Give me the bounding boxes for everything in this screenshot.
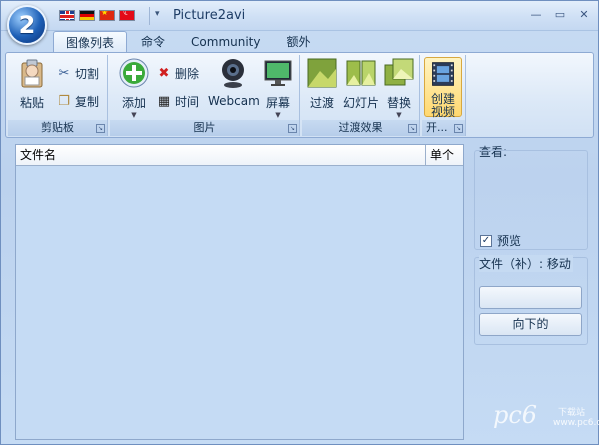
screen-label: 屏幕 xyxy=(265,96,290,110)
clipboard-label-text: 剪贴板 xyxy=(41,121,74,134)
tab-extra[interactable]: 额外 xyxy=(274,31,322,53)
app-menu-orb[interactable]: 2 xyxy=(7,5,47,45)
restore-button[interactable]: ▭ xyxy=(550,7,570,23)
open-dialog-launcher[interactable]: ↘ xyxy=(454,124,463,133)
clipboard-dialog-launcher[interactable]: ↘ xyxy=(96,124,105,133)
screen-button[interactable]: 屏幕 ▼ xyxy=(260,57,296,119)
watermark-subtitle: 下载站 xyxy=(558,408,586,418)
qat-separator xyxy=(149,7,150,25)
create-video-label-line2: 视频 xyxy=(430,105,455,119)
transitions-group-label: 过渡效果 xyxy=(302,120,419,136)
slideshow-label: 幻灯片 xyxy=(342,96,379,110)
transitions-dialog-launcher[interactable]: ↘ xyxy=(408,124,417,133)
column-single[interactable]: 单个 xyxy=(426,145,463,165)
replace-dropdown-caret: ▼ xyxy=(396,111,402,119)
tab-image-list[interactable]: 图像列表 xyxy=(53,31,128,53)
close-button[interactable]: ✕ xyxy=(574,7,594,23)
delete-icon: ✖ xyxy=(158,65,170,81)
transition-button[interactable]: 过渡 xyxy=(304,57,340,111)
screen-dropdown-caret: ▼ xyxy=(275,111,281,119)
slideshow-icon xyxy=(346,60,376,86)
column-filename[interactable]: 文件名 xyxy=(16,145,426,165)
transition-label: 过渡 xyxy=(309,96,334,110)
china-flag-icon[interactable] xyxy=(99,10,115,21)
add-dropdown-caret: ▼ xyxy=(131,111,137,119)
film-time-icon: ▦ xyxy=(157,93,171,109)
title-bar: ▾ Picture2avi — ▭ ✕ xyxy=(1,1,598,31)
copy-icon: ❐ xyxy=(58,93,70,109)
create-video-button[interactable]: 创建 视频 xyxy=(424,57,462,119)
copy-label: 复制 xyxy=(75,95,100,109)
delete-label: 删除 xyxy=(175,67,200,81)
ribbon: 粘贴 ✂ 切割 ❐ 复制 剪贴板 ↘ 添加 ▼ ✖ 删除 ▦ 时间 Webcam… xyxy=(5,52,594,138)
monitor-icon xyxy=(264,60,292,86)
transitions-label-text: 过渡效果 xyxy=(338,121,383,134)
watermark-url: www.pc6.com xyxy=(553,418,599,428)
scissors-icon: ✂ xyxy=(58,65,70,81)
move-down-button[interactable]: 向下的 xyxy=(479,313,582,336)
open-label-text: 开... xyxy=(426,121,448,134)
uk-flag-icon[interactable] xyxy=(59,10,75,21)
clipboard-group-label: 剪贴板 xyxy=(8,120,107,136)
qat-customize-dropdown[interactable]: ▾ xyxy=(155,9,160,19)
app-window: ▾ Picture2avi — ▭ ✕ 2 图像列表 命令 Community … xyxy=(0,0,599,445)
image-list[interactable]: 文件名 单个 xyxy=(15,144,464,440)
preview-checkbox-box[interactable]: ✓ xyxy=(480,234,492,247)
webcam-label: Webcam xyxy=(208,94,260,108)
time-label: 时间 xyxy=(175,95,200,109)
turkey-flag-icon[interactable] xyxy=(119,10,135,21)
film-strip-icon xyxy=(432,62,454,86)
window-title: Picture2avi xyxy=(173,8,246,23)
webcam-button[interactable]: Webcam xyxy=(208,57,260,108)
list-header: 文件名 单个 xyxy=(16,145,463,166)
cut-label: 切割 xyxy=(75,67,100,81)
add-button[interactable]: 添加 ▼ xyxy=(114,57,154,119)
copy-button[interactable]: ❐ 复制 xyxy=(56,93,99,110)
quick-access-toolbar xyxy=(59,10,135,21)
preview-checkbox-label: 预览 xyxy=(497,234,522,248)
add-icon xyxy=(119,58,149,88)
file-move-label: 文件（补）: 移动 xyxy=(479,255,573,272)
paste-button[interactable]: 粘贴 xyxy=(12,57,52,111)
webcam-icon xyxy=(222,59,244,88)
delete-button[interactable]: ✖ 删除 xyxy=(156,65,199,82)
open-group: 创建 视频 开... ↘ xyxy=(422,55,466,136)
time-button[interactable]: ▦ 时间 xyxy=(156,93,199,110)
replace-button[interactable]: 替换 ▼ xyxy=(382,57,416,119)
add-label: 添加 xyxy=(121,96,146,110)
ribbon-tabs: 图像列表 命令 Community 额外 xyxy=(53,31,325,53)
minimize-button[interactable]: — xyxy=(526,7,546,23)
pictures-dialog-launcher[interactable]: ↘ xyxy=(288,124,297,133)
transitions-group: 过渡 幻灯片 替换 ▼ 过渡效果 ↘ xyxy=(302,55,420,136)
germany-flag-icon[interactable] xyxy=(79,10,95,21)
paste-icon xyxy=(21,59,43,88)
pictures-group-label: 图片 xyxy=(110,120,299,136)
pictures-group: 添加 ▼ ✖ 删除 ▦ 时间 Webcam 屏幕 ▼ 图片 ↘ xyxy=(110,55,300,136)
preview-checkbox[interactable]: ✓ 预览 xyxy=(480,232,521,249)
clipboard-group: 粘贴 ✂ 切割 ❐ 复制 剪贴板 ↘ xyxy=(8,55,108,136)
cut-button[interactable]: ✂ 切割 xyxy=(56,65,99,82)
pictures-label-text: 图片 xyxy=(193,121,216,134)
paste-label: 粘贴 xyxy=(19,96,44,110)
app-orb-label: 2 xyxy=(18,11,36,39)
slideshow-button[interactable]: 幻灯片 xyxy=(342,57,380,111)
move-up-button[interactable] xyxy=(479,286,582,309)
watermark-logo: pc6 xyxy=(493,401,538,429)
replace-icon xyxy=(384,58,414,86)
tab-commands[interactable]: 命令 xyxy=(129,31,177,53)
tab-community[interactable]: Community xyxy=(179,31,272,53)
transition-icon xyxy=(307,58,337,88)
replace-label: 替换 xyxy=(386,96,411,110)
